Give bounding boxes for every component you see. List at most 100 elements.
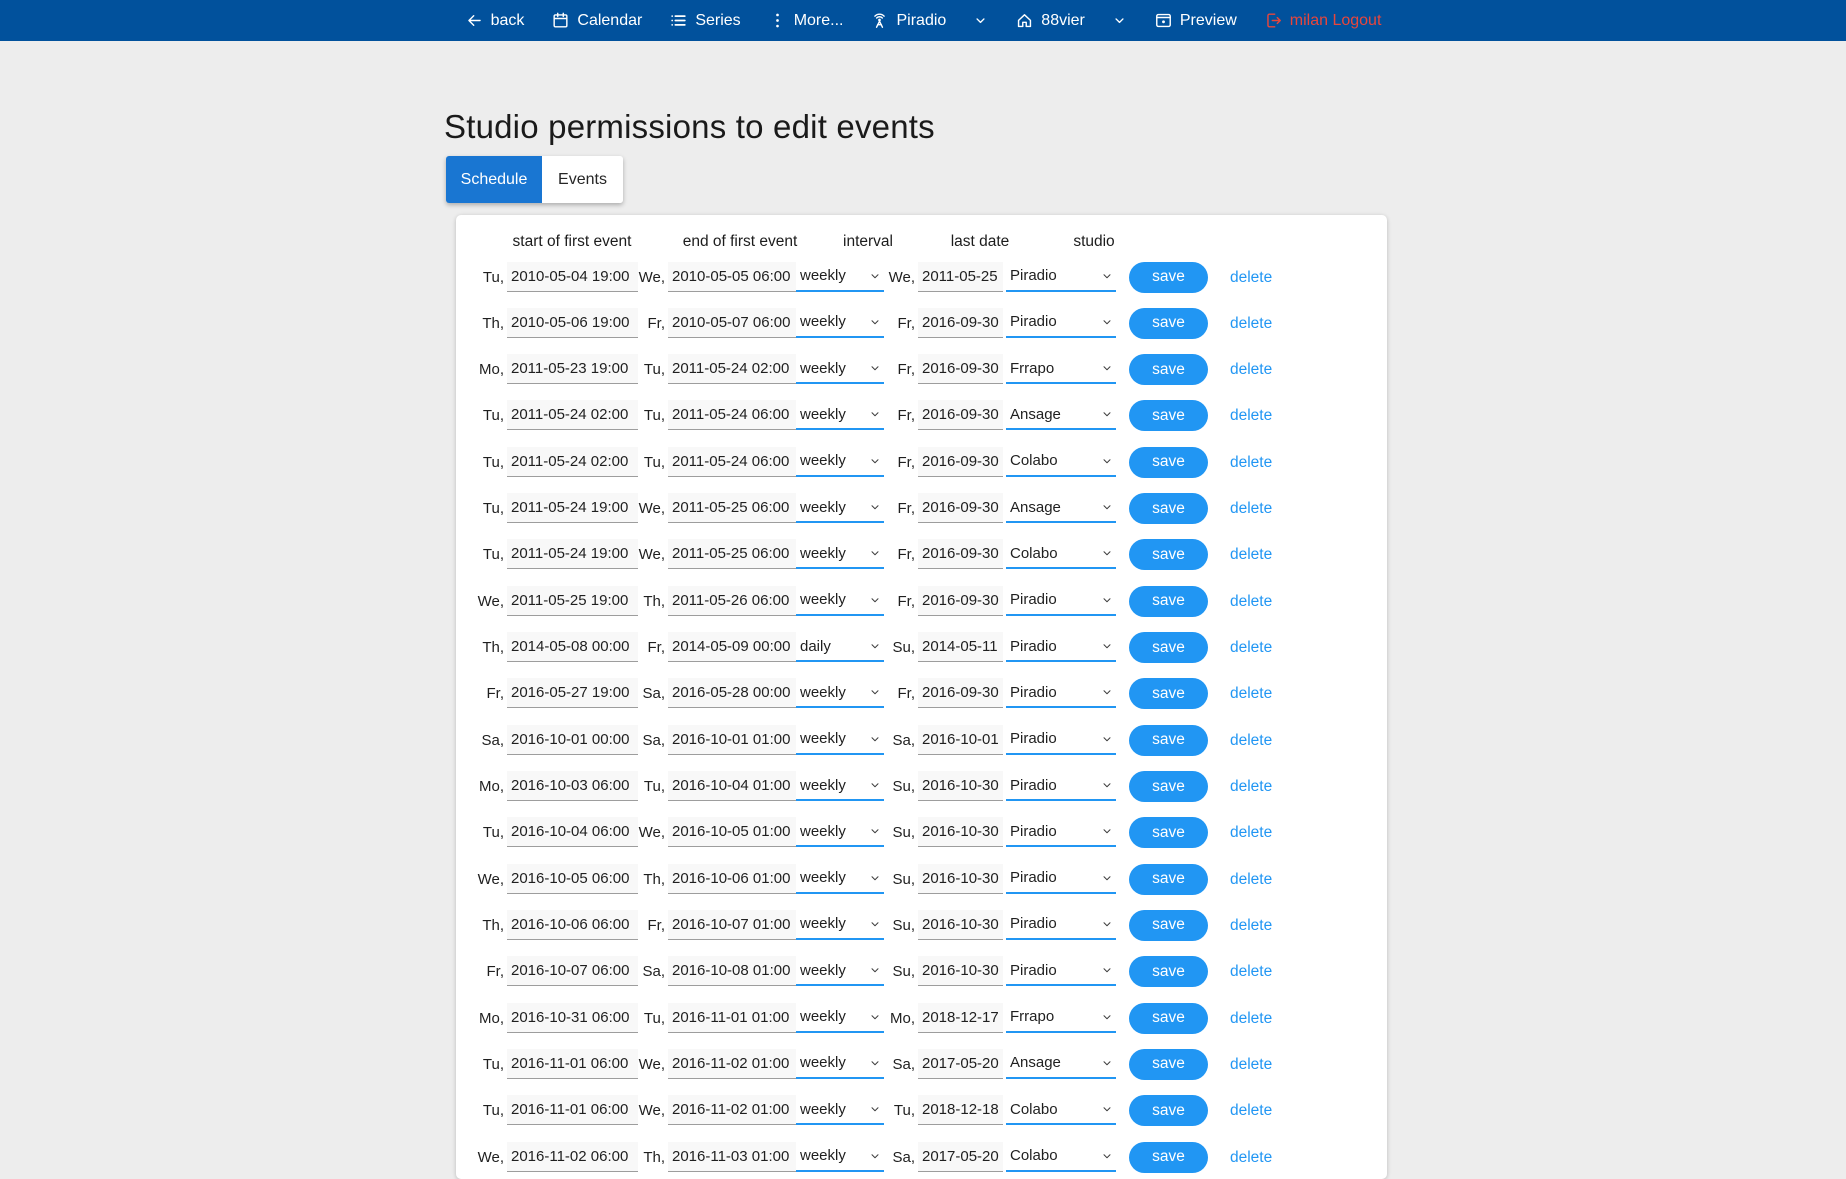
logout-button[interactable]: milan Logout (1264, 11, 1382, 30)
end-input[interactable] (668, 400, 797, 430)
delete-link[interactable]: delete (1230, 771, 1272, 802)
save-button[interactable]: save (1129, 308, 1208, 339)
last-date-input[interactable] (918, 1142, 1003, 1172)
studio-select[interactable]: Piradio (1006, 632, 1116, 662)
delete-link[interactable]: delete (1230, 864, 1272, 895)
save-button[interactable]: save (1129, 864, 1208, 895)
save-button[interactable]: save (1129, 725, 1208, 756)
save-button[interactable]: save (1129, 354, 1208, 385)
studio-select[interactable]: Frrapo (1006, 354, 1116, 384)
save-button[interactable]: save (1129, 262, 1208, 293)
save-button[interactable]: save (1129, 910, 1208, 941)
end-input[interactable] (668, 771, 797, 801)
end-input[interactable] (668, 1003, 797, 1033)
delete-link[interactable]: delete (1230, 308, 1272, 339)
end-input[interactable] (668, 678, 797, 708)
delete-link[interactable]: delete (1230, 817, 1272, 848)
studio-select[interactable]: Colabo (1006, 1095, 1116, 1125)
delete-link[interactable]: delete (1230, 910, 1272, 941)
last-date-input[interactable] (918, 1049, 1003, 1079)
studio-select[interactable]: Ansage (1006, 400, 1116, 430)
end-input[interactable] (668, 1095, 797, 1125)
save-button[interactable]: save (1129, 956, 1208, 987)
studio-select[interactable]: Piradio (1006, 586, 1116, 616)
end-input[interactable] (668, 725, 797, 755)
last-date-input[interactable] (918, 493, 1003, 523)
save-button[interactable]: save (1129, 817, 1208, 848)
delete-link[interactable]: delete (1230, 678, 1272, 709)
last-date-input[interactable] (918, 262, 1003, 292)
save-button[interactable]: save (1129, 400, 1208, 431)
end-input[interactable] (668, 308, 797, 338)
studio-select[interactable]: Piradio (1006, 262, 1116, 292)
last-date-input[interactable] (918, 354, 1003, 384)
last-date-input[interactable] (918, 308, 1003, 338)
last-date-input[interactable] (918, 725, 1003, 755)
last-date-input[interactable] (918, 817, 1003, 847)
end-input[interactable] (668, 817, 797, 847)
delete-link[interactable]: delete (1230, 956, 1272, 987)
end-input[interactable] (668, 447, 797, 477)
delete-link[interactable]: delete (1230, 493, 1272, 524)
save-button[interactable]: save (1129, 447, 1208, 478)
end-input[interactable] (668, 632, 797, 662)
save-button[interactable]: save (1129, 1142, 1208, 1173)
studio-select[interactable]: Piradio (1006, 308, 1116, 338)
last-date-input[interactable] (918, 539, 1003, 569)
last-date-input[interactable] (918, 1003, 1003, 1033)
delete-link[interactable]: delete (1230, 447, 1272, 478)
studio-select[interactable]: Piradio (1006, 678, 1116, 708)
delete-link[interactable]: delete (1230, 539, 1272, 570)
delete-link[interactable]: delete (1230, 1095, 1272, 1126)
end-input[interactable] (668, 1142, 797, 1172)
last-date-input[interactable] (918, 1095, 1003, 1125)
back-button[interactable]: back (465, 11, 525, 30)
studio-select[interactable]: Piradio (1006, 771, 1116, 801)
end-input[interactable] (668, 956, 797, 986)
tab-events[interactable]: Events (542, 156, 623, 203)
studio-select[interactable]: Ansage (1006, 493, 1116, 523)
studio-select[interactable]: Colabo (1006, 447, 1116, 477)
last-date-input[interactable] (918, 771, 1003, 801)
studio-select[interactable]: Piradio (1006, 956, 1116, 986)
delete-link[interactable]: delete (1230, 725, 1272, 756)
station-dropdown-toggle[interactable] (1112, 13, 1127, 28)
last-date-input[interactable] (918, 956, 1003, 986)
last-date-input[interactable] (918, 632, 1003, 662)
nav-item-calendar[interactable]: Calendar (551, 11, 642, 30)
studio-select[interactable]: Piradio (1006, 817, 1116, 847)
end-input[interactable] (668, 493, 797, 523)
end-input[interactable] (668, 539, 797, 569)
delete-link[interactable]: delete (1230, 1003, 1272, 1034)
save-button[interactable]: save (1129, 539, 1208, 570)
end-input[interactable] (668, 1049, 797, 1079)
save-button[interactable]: save (1129, 678, 1208, 709)
end-input[interactable] (668, 586, 797, 616)
delete-link[interactable]: delete (1230, 262, 1272, 293)
nav-item-piradio[interactable]: Piradio (870, 11, 946, 30)
delete-link[interactable]: delete (1230, 1142, 1272, 1173)
last-date-input[interactable] (918, 678, 1003, 708)
delete-link[interactable]: delete (1230, 400, 1272, 431)
studio-select[interactable]: Colabo (1006, 1142, 1116, 1172)
delete-link[interactable]: delete (1230, 1049, 1272, 1080)
last-date-input[interactable] (918, 400, 1003, 430)
save-button[interactable]: save (1129, 1049, 1208, 1080)
studio-select[interactable]: Piradio (1006, 864, 1116, 894)
studio-select[interactable]: Piradio (1006, 910, 1116, 940)
save-button[interactable]: save (1129, 586, 1208, 617)
last-date-input[interactable] (918, 864, 1003, 894)
studio-select[interactable]: Colabo (1006, 539, 1116, 569)
save-button[interactable]: save (1129, 1095, 1208, 1126)
save-button[interactable]: save (1129, 771, 1208, 802)
studio-select[interactable]: Ansage (1006, 1049, 1116, 1079)
last-date-input[interactable] (918, 910, 1003, 940)
nav-item-more[interactable]: More... (768, 11, 844, 30)
delete-link[interactable]: delete (1230, 586, 1272, 617)
nav-item-88vier[interactable]: 88vier (1015, 11, 1085, 30)
nav-item-series[interactable]: Series (669, 11, 740, 30)
studio-select[interactable]: Piradio (1006, 725, 1116, 755)
studio-select[interactable]: Frrapo (1006, 1003, 1116, 1033)
end-input[interactable] (668, 262, 797, 292)
end-input[interactable] (668, 910, 797, 940)
